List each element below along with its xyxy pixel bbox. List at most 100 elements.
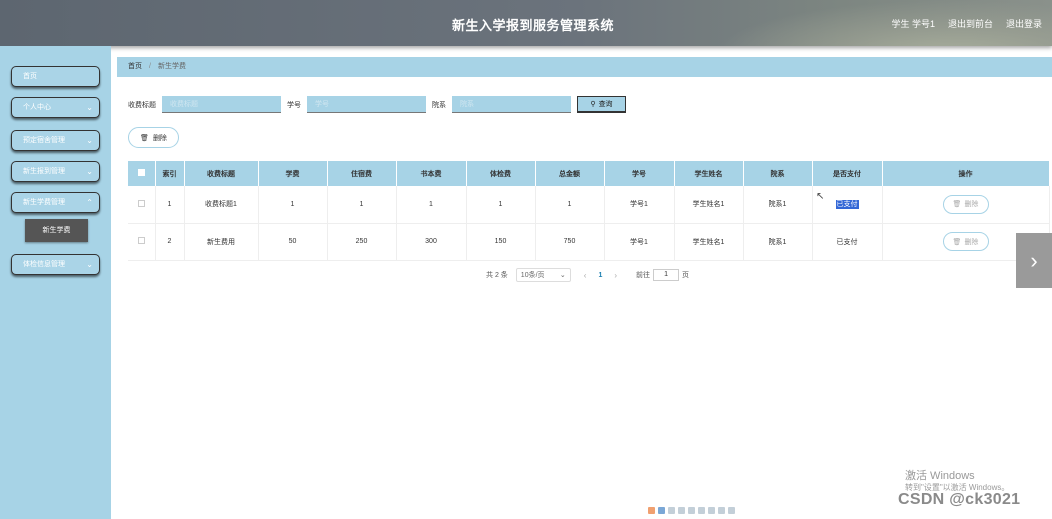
query-button[interactable]: ⚲ 查询 xyxy=(577,96,626,113)
sidebar-item-label: 新生学费管理 xyxy=(23,199,65,206)
prev-page-icon[interactable]: ‹ xyxy=(584,271,587,280)
row-checkbox[interactable] xyxy=(137,199,145,207)
search-label-dept: 院系 xyxy=(432,101,446,109)
sidebar-item-label: 首页 xyxy=(23,73,37,80)
batch-delete-button[interactable]: 🗑 删除 xyxy=(128,127,179,148)
cell-name: 学生姓名1 xyxy=(674,186,744,224)
column-header: 学生姓名 xyxy=(674,161,744,186)
cell-lodging: 1 xyxy=(327,186,397,224)
row-select-cell[interactable] xyxy=(128,223,156,261)
logout-link[interactable]: 退出登录 xyxy=(1006,17,1042,30)
breadcrumb-current: 新生学费 xyxy=(157,63,186,70)
batch-delete-label: 删除 xyxy=(152,134,167,142)
column-header: 体检费 xyxy=(466,161,536,186)
search-input-dept[interactable] xyxy=(452,96,571,113)
trash-icon: 🗑 xyxy=(952,201,962,209)
back-to-frontend-link[interactable]: 退出到前台 xyxy=(948,17,993,30)
goto-page-input[interactable]: 1 xyxy=(653,269,680,281)
cell-index: 1 xyxy=(155,186,185,224)
row-select-cell[interactable] xyxy=(128,186,156,224)
cell-dept: 院系1 xyxy=(743,223,813,261)
cell-actions: 🗑 删除 xyxy=(882,186,1050,224)
row-checkbox[interactable] xyxy=(137,237,145,244)
column-header: 总金额 xyxy=(535,161,605,186)
sidebar-item-label: 个人中心 xyxy=(23,104,51,111)
pagination: 共 2 条 10条/页 ⌄ ‹ 1 › 前往 1 页 xyxy=(486,268,689,282)
column-header: 学号 xyxy=(604,161,675,186)
cell-medical: 150 xyxy=(466,223,536,261)
sidebar-subitem-tuition[interactable]: 新生学费 xyxy=(25,219,88,242)
sidebar-item-home[interactable]: 首页 xyxy=(11,66,100,87)
row-delete-button[interactable]: 🗑 删除 xyxy=(942,232,989,251)
top-header: 新生入学报到服务管理系统 学生 学号1 退出到前台 退出登录 xyxy=(0,0,1052,46)
row-delete-label: 删除 xyxy=(964,201,979,209)
row-delete-label: 删除 xyxy=(964,238,979,246)
cell-total: 1 xyxy=(535,186,605,224)
search-icon: ⚲ xyxy=(590,101,596,108)
row-delete-button[interactable]: 🗑 删除 xyxy=(942,194,989,214)
cell-title: 收费标题1 xyxy=(184,186,259,224)
cell-name: 学生姓名1 xyxy=(674,223,744,261)
chevron-up-icon: ⌃ xyxy=(86,198,93,207)
next-slide-button[interactable]: › xyxy=(1016,233,1052,288)
ime-mic-icon xyxy=(698,507,705,514)
table-row: 1 收费标题1 1 1 1 1 1 学号1 学生姓名1 院系1 已支付 🗑 删除 xyxy=(128,186,1050,224)
cell-medical: 1 xyxy=(466,186,536,224)
goto-unit: 页 xyxy=(682,272,690,279)
cell-tuition: 50 xyxy=(258,223,328,261)
cell-books: 1 xyxy=(396,186,467,224)
chevron-down-icon: ⌄ xyxy=(86,260,93,269)
cell-lodging: 250 xyxy=(327,223,397,261)
column-header: 操作 xyxy=(882,161,1050,186)
select-all-header[interactable] xyxy=(128,161,156,186)
page-size-select[interactable]: 10条/页 ⌄ xyxy=(515,268,571,282)
current-user: 学生 学号1 xyxy=(891,19,935,29)
column-header: 收费标题 xyxy=(184,161,259,186)
cell-title: 新生费用 xyxy=(184,223,259,261)
select-all-checkbox[interactable] xyxy=(137,169,145,176)
paid-status-selected: 已支付 xyxy=(835,200,859,210)
column-header: 书本费 xyxy=(396,161,467,186)
tuition-table: 索引 收费标题 学费 住宿费 书本费 体检费 总金额 学号 学生姓名 院系 是否… xyxy=(128,161,1050,261)
sidebar-item-label: 新生报到管理 xyxy=(23,168,65,175)
sidebar-item-label: 体检信息管理 xyxy=(23,261,65,268)
sidebar-item-tuition-management[interactable]: 新生学费管理 ⌃ xyxy=(11,192,100,213)
page-number-current[interactable]: 1 xyxy=(598,272,602,279)
ime-emoji-icon xyxy=(688,507,695,514)
ime-logo-icon xyxy=(648,507,655,514)
cell-index: 2 xyxy=(155,223,185,261)
ime-moon-icon xyxy=(668,507,675,514)
ime-keyboard-icon xyxy=(708,507,715,514)
search-input-student-no[interactable] xyxy=(307,96,426,113)
search-input-title[interactable] xyxy=(162,96,281,113)
ime-punct-icon xyxy=(678,507,685,514)
ime-gear-icon xyxy=(728,507,735,514)
column-header: 是否支付 xyxy=(812,161,883,186)
chevron-down-icon: ⌄ xyxy=(86,103,93,112)
chevron-down-icon: ⌄ xyxy=(86,167,93,176)
column-header: 住宿费 xyxy=(327,161,397,186)
cell-books: 300 xyxy=(396,223,467,261)
sidebar-item-personal-center[interactable]: 个人中心 ⌄ xyxy=(11,97,100,118)
search-label-student-no: 学号 xyxy=(287,101,301,109)
column-header: 院系 xyxy=(743,161,813,186)
column-header: 索引 xyxy=(155,161,185,186)
breadcrumb-home[interactable]: 首页 xyxy=(128,57,142,77)
sidebar-item-medical-exam[interactable]: 体检信息管理 ⌄ xyxy=(11,254,100,275)
mouse-pointer-icon: ↖ xyxy=(816,191,825,202)
breadcrumb: 首页 / 新生学费 xyxy=(117,57,1052,77)
column-header: 学费 xyxy=(258,161,328,186)
ime-toolbar xyxy=(648,507,735,514)
cell-student-no: 学号1 xyxy=(604,223,675,261)
sidebar-item-registration[interactable]: 新生报到管理 ⌄ xyxy=(11,161,100,182)
next-page-icon[interactable]: › xyxy=(614,271,617,280)
trash-icon: 🗑 xyxy=(952,238,962,246)
cell-tuition: 1 xyxy=(258,186,328,224)
search-label-title: 收费标题 xyxy=(128,101,156,109)
csdn-watermark: CSDN @ck3021 xyxy=(898,491,1021,508)
search-bar: 收费标题 学号 院系 ⚲ 查询 xyxy=(128,96,626,113)
sidebar-item-dorm-booking[interactable]: 预定宿舍管理 ⌄ xyxy=(11,130,100,151)
table-row: 2 新生费用 50 250 300 150 750 学号1 学生姓名1 院系1 … xyxy=(128,223,1050,261)
ime-lang-icon xyxy=(658,507,665,514)
windows-activation-title: 激活 Windows xyxy=(905,470,975,482)
